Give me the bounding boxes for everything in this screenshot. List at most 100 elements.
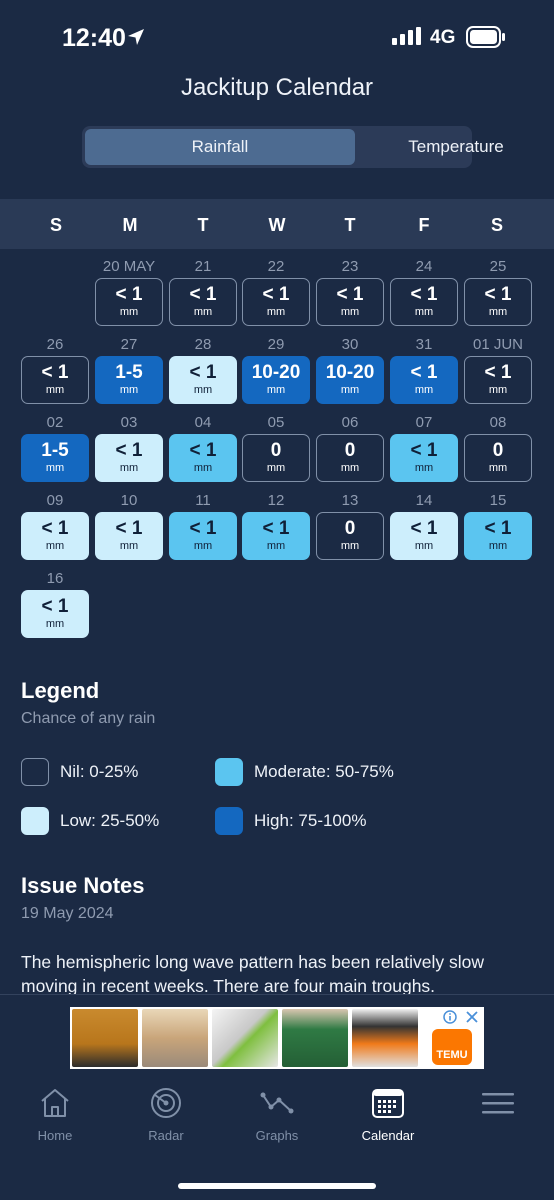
page-title: Jackitup Calendar bbox=[180, 74, 374, 101]
tab-label-graphs: Graphs bbox=[255, 1128, 299, 1143]
day-cell[interactable]: < 1 mm bbox=[21, 356, 89, 404]
day-date-label: 31 bbox=[415, 336, 433, 353]
day-rain-value: 1-5 bbox=[115, 362, 143, 383]
day-cell[interactable]: < 1 mm bbox=[242, 512, 310, 560]
legend-swatch-moderate bbox=[215, 758, 243, 786]
day-cell[interactable]: < 1 mm bbox=[464, 278, 532, 326]
tab-rainfall[interactable]: Rainfall bbox=[85, 129, 355, 165]
weekday-label: S bbox=[490, 215, 503, 235]
day-rain-value: < 1 bbox=[189, 284, 217, 305]
graphs-icon bbox=[260, 1092, 294, 1114]
day-cell[interactable]: < 1 mm bbox=[316, 278, 384, 326]
tab-calendar[interactable]: Calendar bbox=[338, 1087, 438, 1143]
ad-image-tool[interactable] bbox=[212, 1009, 278, 1067]
day-cell[interactable]: 0 mm bbox=[316, 512, 384, 560]
menu-icon bbox=[482, 1093, 514, 1114]
tab-bar: Home Radar Graphs Calendar bbox=[0, 1077, 554, 1200]
ad-image-outfit[interactable] bbox=[282, 1009, 348, 1067]
day-cell[interactable]: 1-5 mm bbox=[21, 434, 89, 482]
ad-content[interactable]: TEMU bbox=[70, 1007, 484, 1069]
tab-radar[interactable]: Radar bbox=[116, 1087, 216, 1143]
legend-swatch-low bbox=[21, 807, 49, 835]
day-date-label: 22 bbox=[267, 258, 285, 275]
day-cell[interactable]: < 1 mm bbox=[95, 434, 163, 482]
day-rain-unit: mm bbox=[193, 462, 213, 474]
ad-image-jacket[interactable] bbox=[72, 1009, 138, 1067]
tab-home[interactable]: Home bbox=[5, 1087, 105, 1143]
day-rain-value: < 1 bbox=[410, 284, 438, 305]
day-cell[interactable]: < 1 mm bbox=[169, 278, 237, 326]
day-cell[interactable]: < 1 mm bbox=[169, 356, 237, 404]
day-cell[interactable]: 0 mm bbox=[242, 434, 310, 482]
legend-item-low: Low: 25-50% bbox=[21, 807, 159, 835]
legend-title: Legend bbox=[21, 678, 100, 703]
radar-icon bbox=[151, 1088, 181, 1118]
tab-temperature[interactable]: Temperature bbox=[358, 129, 554, 165]
ad-info-icon[interactable] bbox=[443, 1010, 457, 1024]
day-cell[interactable]: < 1 mm bbox=[464, 356, 532, 404]
day-rain-unit: mm bbox=[488, 306, 508, 318]
day-rain-value: < 1 bbox=[410, 518, 438, 539]
day-cell[interactable]: < 1 mm bbox=[390, 278, 458, 326]
day-rain-unit: mm bbox=[266, 540, 286, 552]
weekday-label: M bbox=[122, 215, 138, 235]
day-date-label: 11 bbox=[195, 492, 211, 509]
day-date-label: 23 bbox=[341, 258, 359, 275]
day-cell[interactable]: < 1 mm bbox=[95, 278, 163, 326]
day-cell[interactable]: < 1 mm bbox=[390, 434, 458, 482]
day-rain-value: < 1 bbox=[484, 284, 512, 305]
day-cell[interactable]: < 1 mm bbox=[169, 512, 237, 560]
day-cell[interactable]: < 1 mm bbox=[95, 512, 163, 560]
ad-close-icon[interactable] bbox=[465, 1010, 479, 1024]
day-rain-unit: mm bbox=[414, 306, 434, 318]
day-rain-value: < 1 bbox=[41, 518, 69, 539]
day-date-label: 29 bbox=[267, 336, 285, 353]
day-date-label: 02 bbox=[46, 414, 64, 431]
ad-image-charger[interactable] bbox=[352, 1009, 418, 1067]
day-rain-unit: mm bbox=[488, 462, 508, 474]
day-date-label: 16 bbox=[46, 570, 64, 587]
day-date-label: 07 bbox=[415, 414, 433, 431]
legend-item-moderate: Moderate: 50-75% bbox=[215, 758, 394, 786]
day-rain-unit: mm bbox=[119, 462, 139, 474]
legend-label-high: High: 75-100% bbox=[254, 811, 367, 830]
day-rain-value: < 1 bbox=[410, 440, 438, 461]
day-rain-unit: mm bbox=[340, 540, 360, 552]
day-rain-unit: mm bbox=[119, 384, 139, 396]
home-icon bbox=[41, 1089, 69, 1117]
view-toggle: Rainfall Temperature bbox=[82, 126, 504, 168]
day-cell[interactable]: < 1 mm bbox=[390, 356, 458, 404]
day-cell[interactable]: < 1 mm bbox=[464, 512, 532, 560]
day-cell[interactable]: < 1 mm bbox=[169, 434, 237, 482]
day-rain-unit: mm bbox=[340, 462, 360, 474]
day-rain-value: < 1 bbox=[262, 284, 290, 305]
day-rain-value: < 1 bbox=[41, 596, 69, 617]
day-rain-unit: mm bbox=[266, 462, 286, 474]
ad-brand-logo[interactable]: TEMU bbox=[432, 1029, 472, 1065]
notes-body: The hemispheric long wave pattern has be… bbox=[21, 952, 485, 994]
day-rain-unit: mm bbox=[119, 540, 139, 552]
tab-graphs[interactable]: Graphs bbox=[227, 1087, 327, 1143]
day-date-label: 24 bbox=[415, 258, 433, 275]
day-date-label: 10 bbox=[120, 492, 138, 509]
day-cell[interactable]: 0 mm bbox=[464, 434, 532, 482]
day-cell[interactable]: 0 mm bbox=[316, 434, 384, 482]
ad-image-wig[interactable] bbox=[142, 1009, 208, 1067]
day-rain-unit: mm bbox=[340, 306, 360, 318]
day-rain-unit: mm bbox=[193, 306, 213, 318]
day-date-label: 14 bbox=[415, 492, 433, 509]
day-rain-value: < 1 bbox=[189, 440, 217, 461]
legend-item-high: High: 75-100% bbox=[215, 807, 366, 835]
day-cell[interactable]: 10-20 mm bbox=[316, 356, 384, 404]
day-cell[interactable]: < 1 mm bbox=[242, 278, 310, 326]
day-cell[interactable]: < 1 mm bbox=[21, 512, 89, 560]
day-cell[interactable]: < 1 mm bbox=[390, 512, 458, 560]
tab-menu[interactable] bbox=[448, 1091, 548, 1117]
day-date-label: 04 bbox=[194, 414, 212, 431]
day-cell[interactable]: 1-5 mm bbox=[95, 356, 163, 404]
legend-swatch-nil bbox=[21, 758, 49, 786]
day-cell[interactable]: < 1 mm bbox=[21, 590, 89, 638]
day-cell[interactable]: 10-20 mm bbox=[242, 356, 310, 404]
day-date-label: 03 bbox=[120, 414, 138, 431]
day-rain-value: 1-5 bbox=[41, 440, 69, 461]
